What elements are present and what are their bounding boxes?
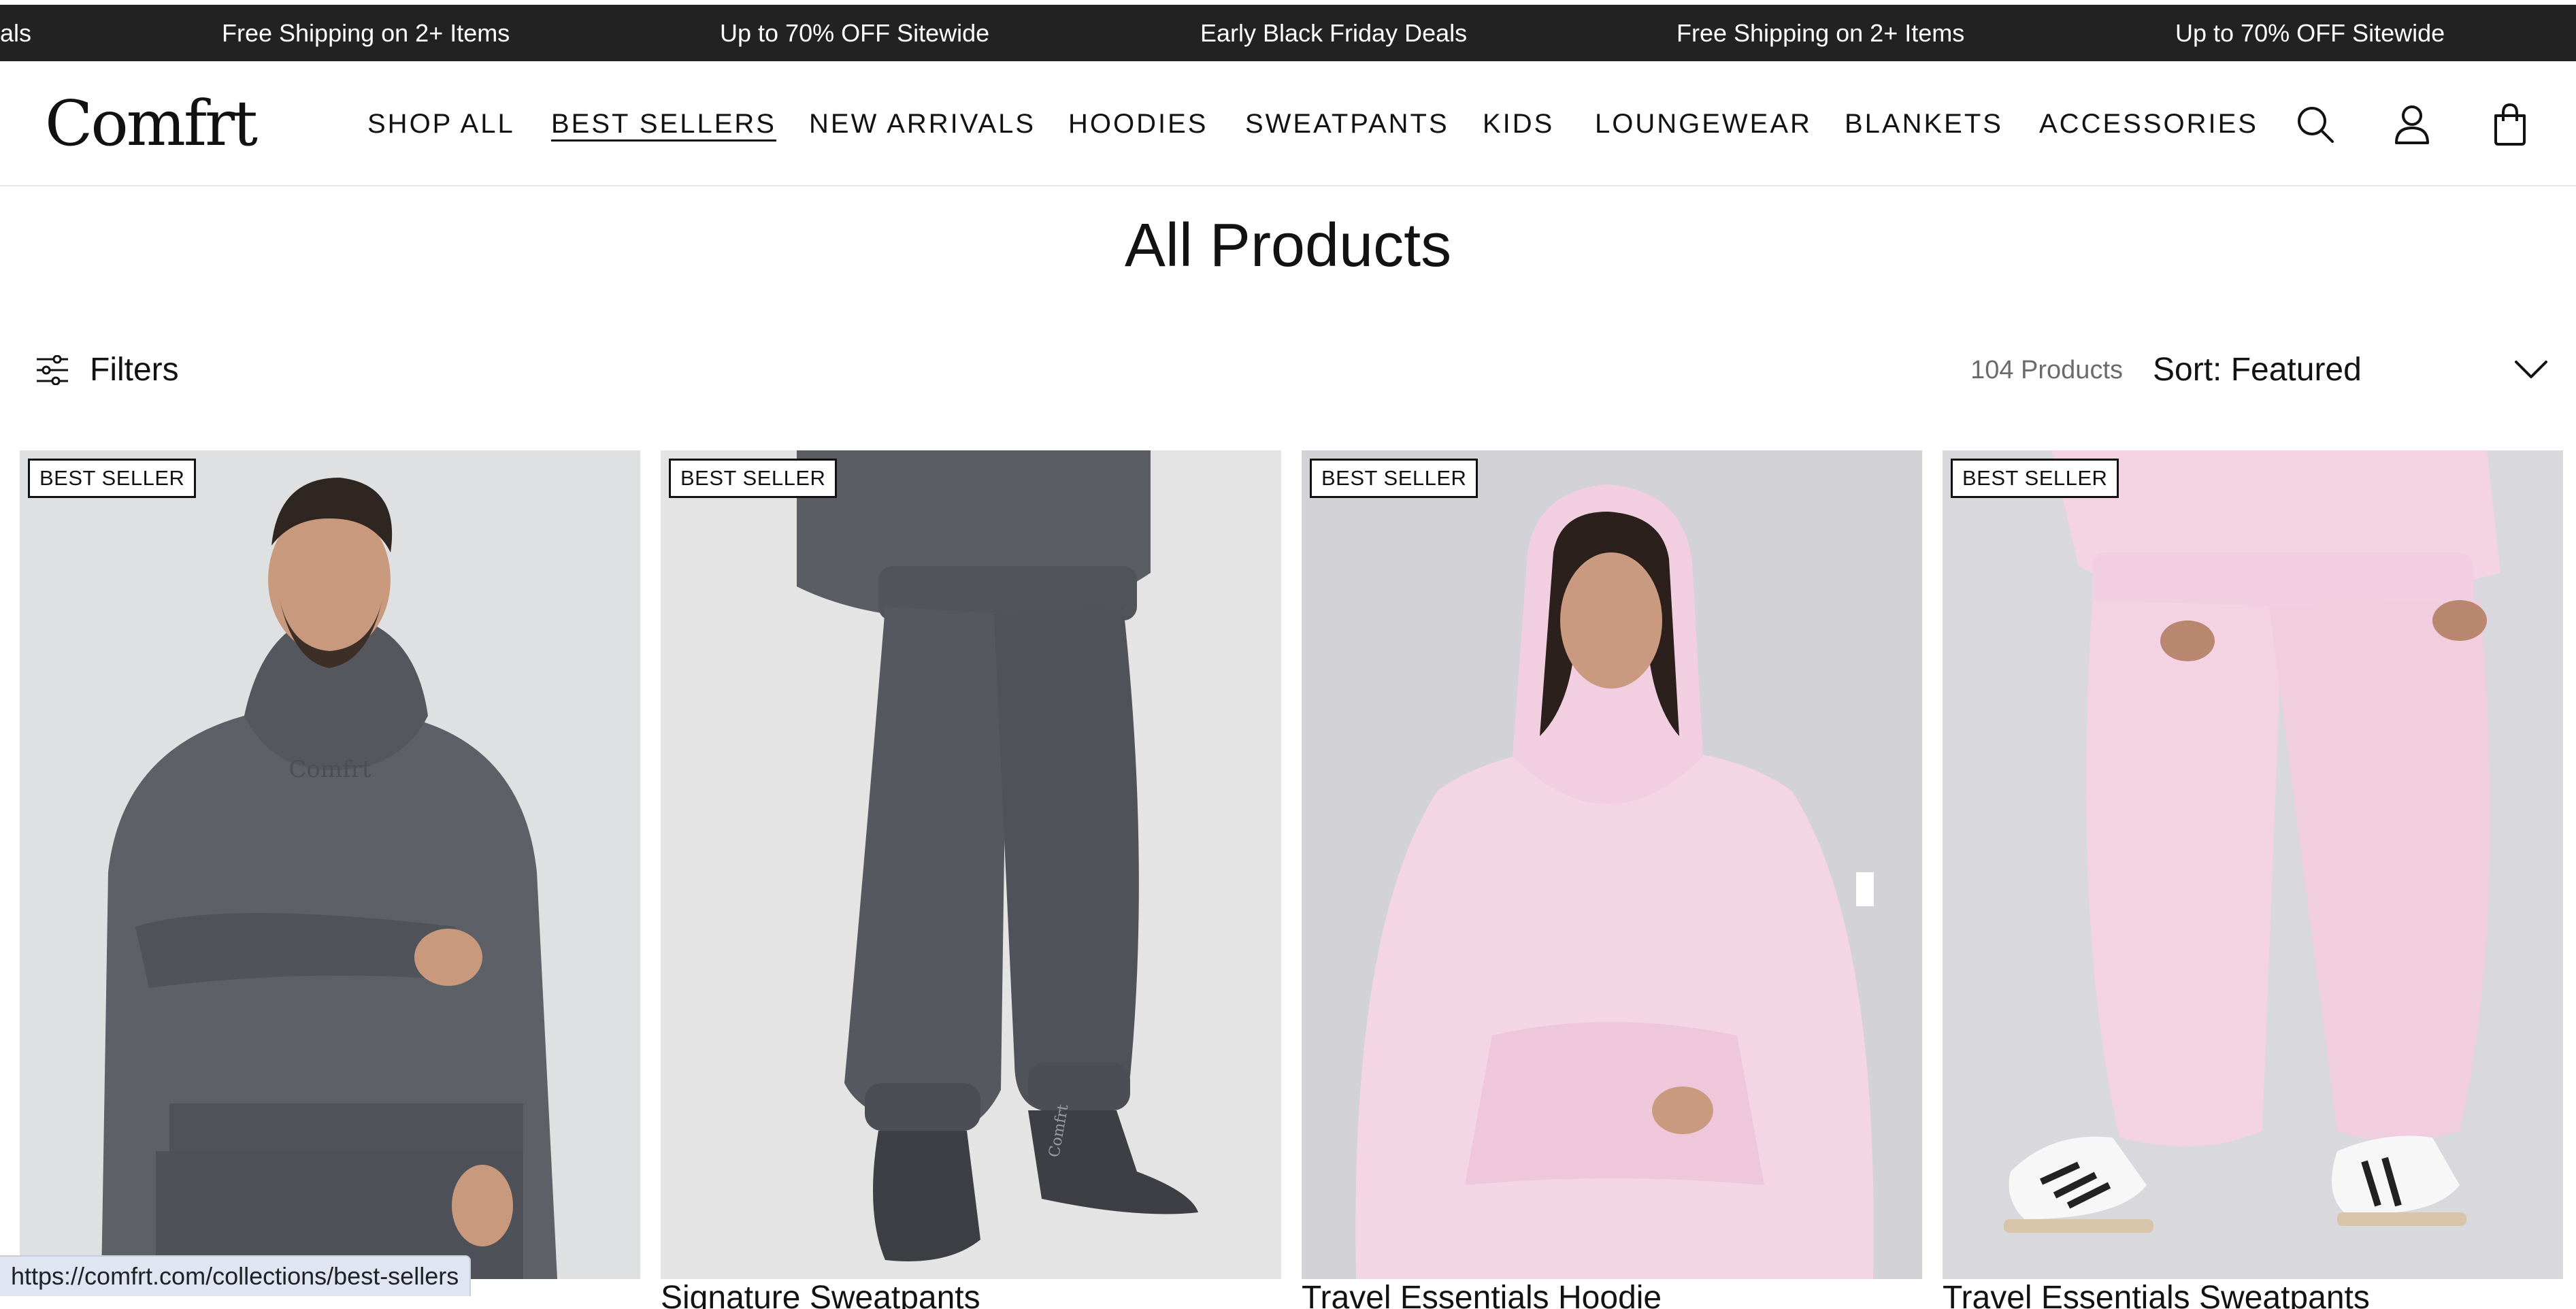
nav-label: SHOP ALL xyxy=(367,109,515,139)
nav-accessories[interactable]: ACCESSORIES xyxy=(2039,61,2258,186)
nav-hoodies[interactable]: HOODIES xyxy=(1068,61,1208,186)
announcement-message[interactable]: Free Shipping on 2+ Items xyxy=(222,5,510,61)
product-image[interactable] xyxy=(1943,450,2563,1279)
nav-label: KIDS xyxy=(1483,109,1555,139)
nav-shop-all[interactable]: SHOP ALL xyxy=(367,61,515,186)
product-card[interactable]: BEST SELLER xyxy=(1943,450,2563,1279)
nav-label: SWEATPANTS xyxy=(1245,109,1449,139)
search-icon[interactable] xyxy=(2292,101,2339,148)
announcement-message[interactable]: Up to 70% OFF Sitewide xyxy=(720,5,989,61)
nav-label: NEW ARRIVALS xyxy=(809,109,1036,139)
product-title[interactable]: Travel Essentials Hoodie xyxy=(1302,1282,1922,1309)
nav-label: BEST SELLERS xyxy=(551,109,776,139)
site-header: Comfrt SHOP ALL BEST SELLERS NEW ARRIVAL… xyxy=(0,61,2576,186)
product-count: 104 Products xyxy=(1970,356,2123,384)
best-seller-badge: BEST SELLER xyxy=(1951,459,2119,498)
nav-sweatpants[interactable]: SWEATPANTS xyxy=(1245,61,1449,186)
account-icon[interactable] xyxy=(2388,101,2436,148)
filters-button[interactable]: Filters xyxy=(35,346,212,395)
sort-select[interactable]: Sort: Featured xyxy=(2153,346,2362,395)
page-title: All Products xyxy=(1124,212,1452,280)
cart-icon[interactable] xyxy=(2486,101,2534,148)
product-title[interactable]: Signature Sweatpants xyxy=(661,1282,1281,1309)
product-image[interactable]: Comfrt xyxy=(20,450,640,1279)
announcement-message[interactable]: Free Shipping on 2+ Items xyxy=(1677,5,1964,61)
nav-label: BLANKETS xyxy=(1845,109,2003,139)
best-seller-badge: BEST SELLER xyxy=(669,459,838,498)
nav-new-arrivals[interactable]: NEW ARRIVALS xyxy=(809,61,1036,186)
product-card[interactable]: BEST SELLER xyxy=(1302,450,1922,1279)
announcement-message[interactable]: als xyxy=(0,5,31,61)
nav-kids[interactable]: KIDS xyxy=(1483,61,1554,186)
nav-label: LOUNGEWEAR xyxy=(1595,109,1812,139)
product-card[interactable]: Comfrt BEST SELLER xyxy=(661,450,1281,1279)
announcement-message[interactable]: Up to 70% OFF Sitewide xyxy=(2175,5,2445,61)
product-title[interactable]: Travel Essentials Sweatpants xyxy=(1943,1282,2563,1309)
brand-logo[interactable]: Comfrt xyxy=(45,90,258,158)
nav-label: ACCESSORIES xyxy=(2039,109,2258,139)
chevron-down-icon[interactable] xyxy=(2512,352,2550,386)
svg-text:Comfrt: Comfrt xyxy=(288,756,371,783)
announcement-message[interactable]: Early Black Friday Deals xyxy=(1200,5,1467,61)
nav-best-sellers[interactable]: BEST SELLERS xyxy=(551,61,776,186)
nav-loungewear[interactable]: LOUNGEWEAR xyxy=(1595,61,1812,186)
nav-blankets[interactable]: BLANKETS xyxy=(1845,61,2003,186)
filters-icon xyxy=(37,355,68,385)
filters-label: Filters xyxy=(90,352,179,388)
product-card[interactable]: Comfrt BEST SELLER xyxy=(20,450,640,1279)
nav-label: HOODIES xyxy=(1068,109,1208,139)
product-image[interactable]: Comfrt xyxy=(661,450,1281,1279)
best-seller-badge: BEST SELLER xyxy=(1310,459,1479,498)
best-seller-badge: BEST SELLER xyxy=(28,459,197,498)
announcement-bar: als Free Shipping on 2+ Items Up to 70% … xyxy=(0,5,2576,61)
window-top-edge xyxy=(0,0,2576,5)
link-hover-url: https://comfrt.com/collections/best-sell… xyxy=(0,1255,472,1296)
product-image[interactable] xyxy=(1302,450,1922,1279)
